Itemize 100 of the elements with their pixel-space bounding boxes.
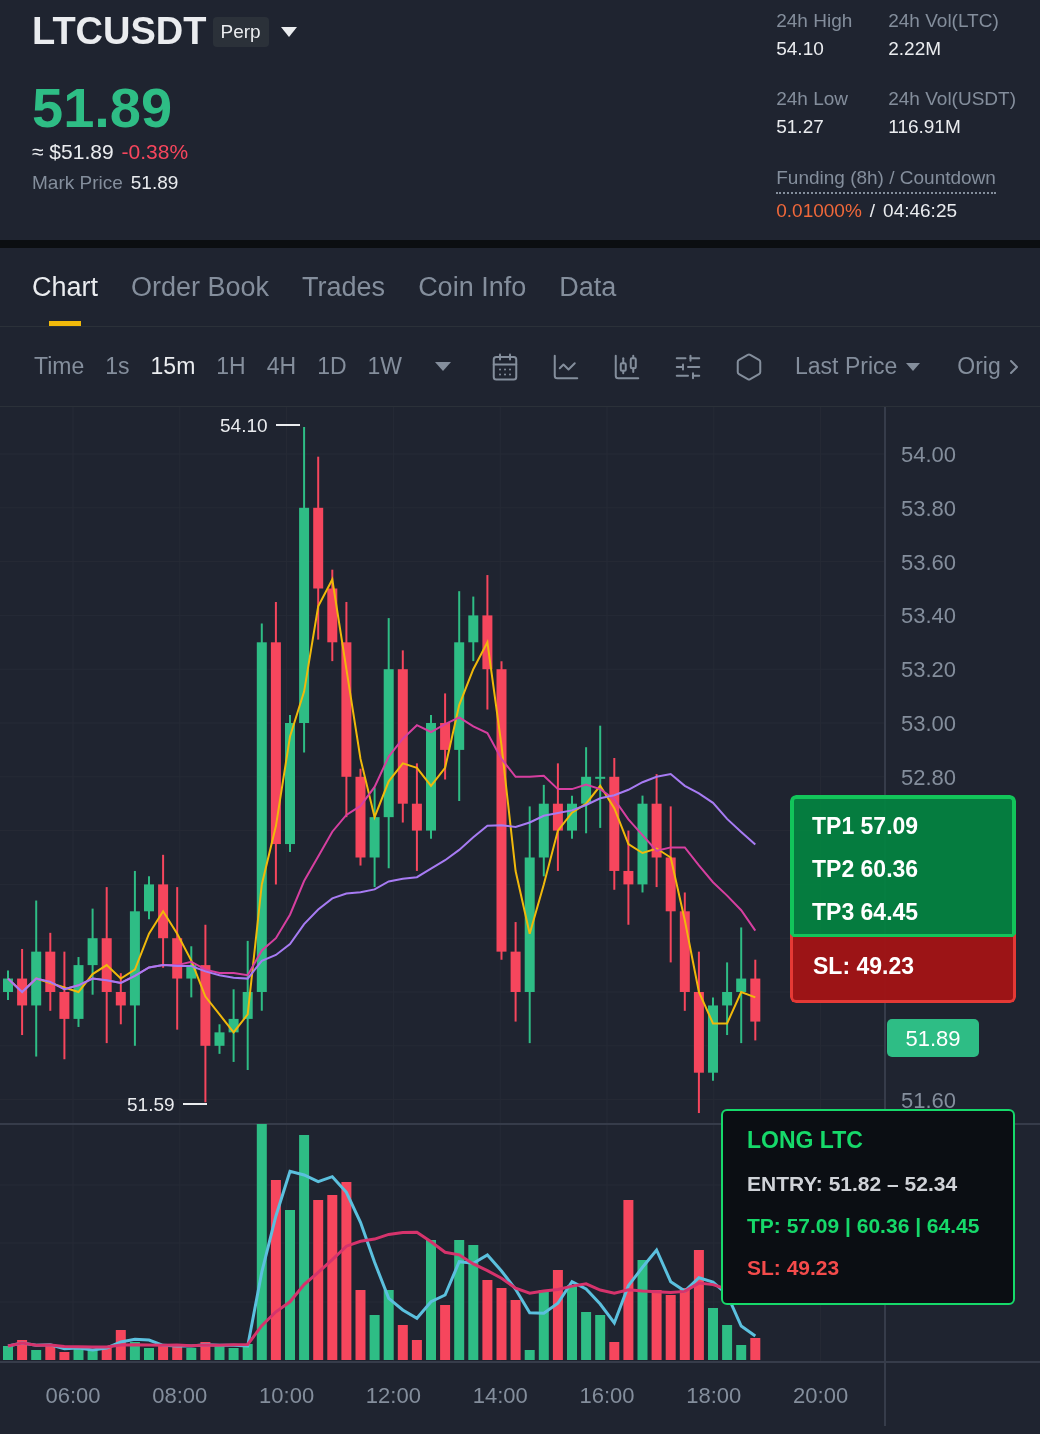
tab[interactable]: Chart xyxy=(32,248,99,326)
tab[interactable]: Order Book xyxy=(131,248,270,326)
price-axis-label: 53.00 xyxy=(901,711,957,736)
time-axis-label: 14:00 xyxy=(472,1383,528,1408)
volume-bar xyxy=(144,1348,154,1360)
contract-badge: Perp xyxy=(212,16,269,47)
more-option[interactable]: Orig xyxy=(957,353,1001,380)
volume-bar xyxy=(3,1346,13,1360)
volume-bar xyxy=(186,1348,197,1360)
interval-option[interactable]: 1W xyxy=(367,353,403,380)
stat-value: 2.22M xyxy=(888,38,943,60)
candlestick xyxy=(3,969,13,1002)
low-price-marker: 51.59 xyxy=(127,1094,175,1115)
time-axis-label: 08:00 xyxy=(152,1383,208,1408)
mark-price-label: Mark Price xyxy=(32,172,123,194)
volume-bar xyxy=(581,1312,592,1360)
stat-label: 24h Vol(USDT) xyxy=(888,88,1016,111)
signal-title: LONG LTC xyxy=(747,1127,864,1154)
price-axis-label: 53.60 xyxy=(901,549,957,575)
volume-bar xyxy=(510,1300,521,1360)
time-axis-label: 12:00 xyxy=(365,1383,421,1408)
dropdown-caret-icon[interactable] xyxy=(280,26,297,37)
volume-bar xyxy=(524,1350,535,1360)
price-axis-label: 52.80 xyxy=(901,764,957,790)
volume-bar xyxy=(172,1344,183,1360)
volume-bar xyxy=(595,1315,606,1360)
volume-bar xyxy=(242,1344,253,1360)
candlestick xyxy=(186,945,197,999)
signal-line: ENTRY: 51.82 – 52.34 xyxy=(747,1172,959,1196)
volume-bar xyxy=(355,1290,366,1360)
volume-bar xyxy=(397,1325,408,1360)
volume-bar xyxy=(228,1348,239,1360)
candlestick xyxy=(144,875,154,921)
last-price: 51.89 xyxy=(32,75,174,140)
volume-bar xyxy=(411,1340,422,1360)
current-price-tag: 51.89 xyxy=(887,1019,979,1057)
candlestick xyxy=(567,794,577,840)
interval-option[interactable]: 1D xyxy=(317,353,347,380)
funding-countdown: 04:46:25 xyxy=(883,199,958,222)
time-axis-label: 06:00 xyxy=(45,1383,101,1408)
candlestick xyxy=(468,595,479,663)
price-axis-label: 54.00 xyxy=(901,442,957,467)
take-profit-label: TP1 57.09 xyxy=(812,813,920,840)
volume-bar xyxy=(665,1295,676,1360)
usd-price: ≈ $51.89 xyxy=(32,140,114,164)
price-axis-label: 53.80 xyxy=(901,495,957,521)
volume-bar xyxy=(17,1340,28,1360)
caret-icon[interactable] xyxy=(906,362,921,371)
tab[interactable]: Data xyxy=(559,248,617,326)
volume-bar xyxy=(722,1325,733,1360)
volume-bar xyxy=(369,1315,380,1360)
volume-bar xyxy=(73,1348,84,1360)
volume-bar xyxy=(87,1350,98,1360)
price-change: -0.38% xyxy=(121,140,189,164)
price-axis-label: 53.40 xyxy=(901,603,957,629)
tab[interactable]: Coin Info xyxy=(418,248,527,326)
volume-bar xyxy=(736,1345,747,1360)
stat-label: 24h High xyxy=(776,10,854,32)
stat-label: 24h Vol(LTC) xyxy=(888,10,1000,32)
take-profit-label: TP2 60.36 xyxy=(812,856,920,883)
funding-label: Funding (8h) / Countdown xyxy=(776,166,996,194)
volume-bar xyxy=(129,1342,140,1360)
volume-bar xyxy=(750,1338,761,1360)
volume-bar xyxy=(158,1346,169,1360)
signal-line: TP: 57.09 | 60.36 | 64.45 xyxy=(747,1214,981,1238)
stat-value: 51.27 xyxy=(776,116,825,139)
price-axis-label: 51.60 xyxy=(901,1087,957,1113)
mark-price: 51.89 xyxy=(130,172,179,194)
take-profit-label: TP3 64.45 xyxy=(812,899,920,926)
interval-option[interactable]: 1s xyxy=(105,353,130,380)
time-axis-label: 18:00 xyxy=(686,1383,742,1408)
volume-bar xyxy=(651,1290,662,1360)
volume-bar xyxy=(708,1308,718,1360)
caret-icon[interactable] xyxy=(435,362,452,371)
price-type-dropdown[interactable]: Last Price xyxy=(795,353,898,380)
volume-bar xyxy=(679,1288,690,1360)
volume-bar xyxy=(31,1350,42,1360)
stop-loss-label: SL: 49.23 xyxy=(813,953,914,979)
volume-bar xyxy=(59,1352,70,1360)
volume-bar xyxy=(45,1344,56,1360)
interval-option[interactable]: 15m xyxy=(150,353,196,380)
volume-bar xyxy=(115,1330,126,1360)
volume-bar xyxy=(496,1288,507,1360)
time-axis-label: 10:00 xyxy=(259,1383,315,1408)
volume-bar xyxy=(440,1305,451,1360)
volume-bar xyxy=(383,1290,394,1360)
high-price-marker: 54.10 xyxy=(220,415,268,436)
interval-option[interactable]: 4H xyxy=(266,353,297,380)
candlestick xyxy=(115,972,126,1026)
volume-bar xyxy=(101,1346,112,1360)
tab[interactable]: Trades xyxy=(302,248,386,326)
signal-line: SL: 49.23 xyxy=(747,1256,841,1280)
candlestick xyxy=(214,1023,225,1055)
funding-rate: 0.01000% xyxy=(776,199,862,222)
stat-value: 54.10 xyxy=(776,38,825,60)
volume-bar xyxy=(200,1342,211,1360)
stat-value: 116.91M xyxy=(888,116,962,139)
candlestick xyxy=(73,956,84,1028)
interval-option[interactable]: 1H xyxy=(216,353,246,380)
stat-label: 24h Low xyxy=(776,88,850,111)
